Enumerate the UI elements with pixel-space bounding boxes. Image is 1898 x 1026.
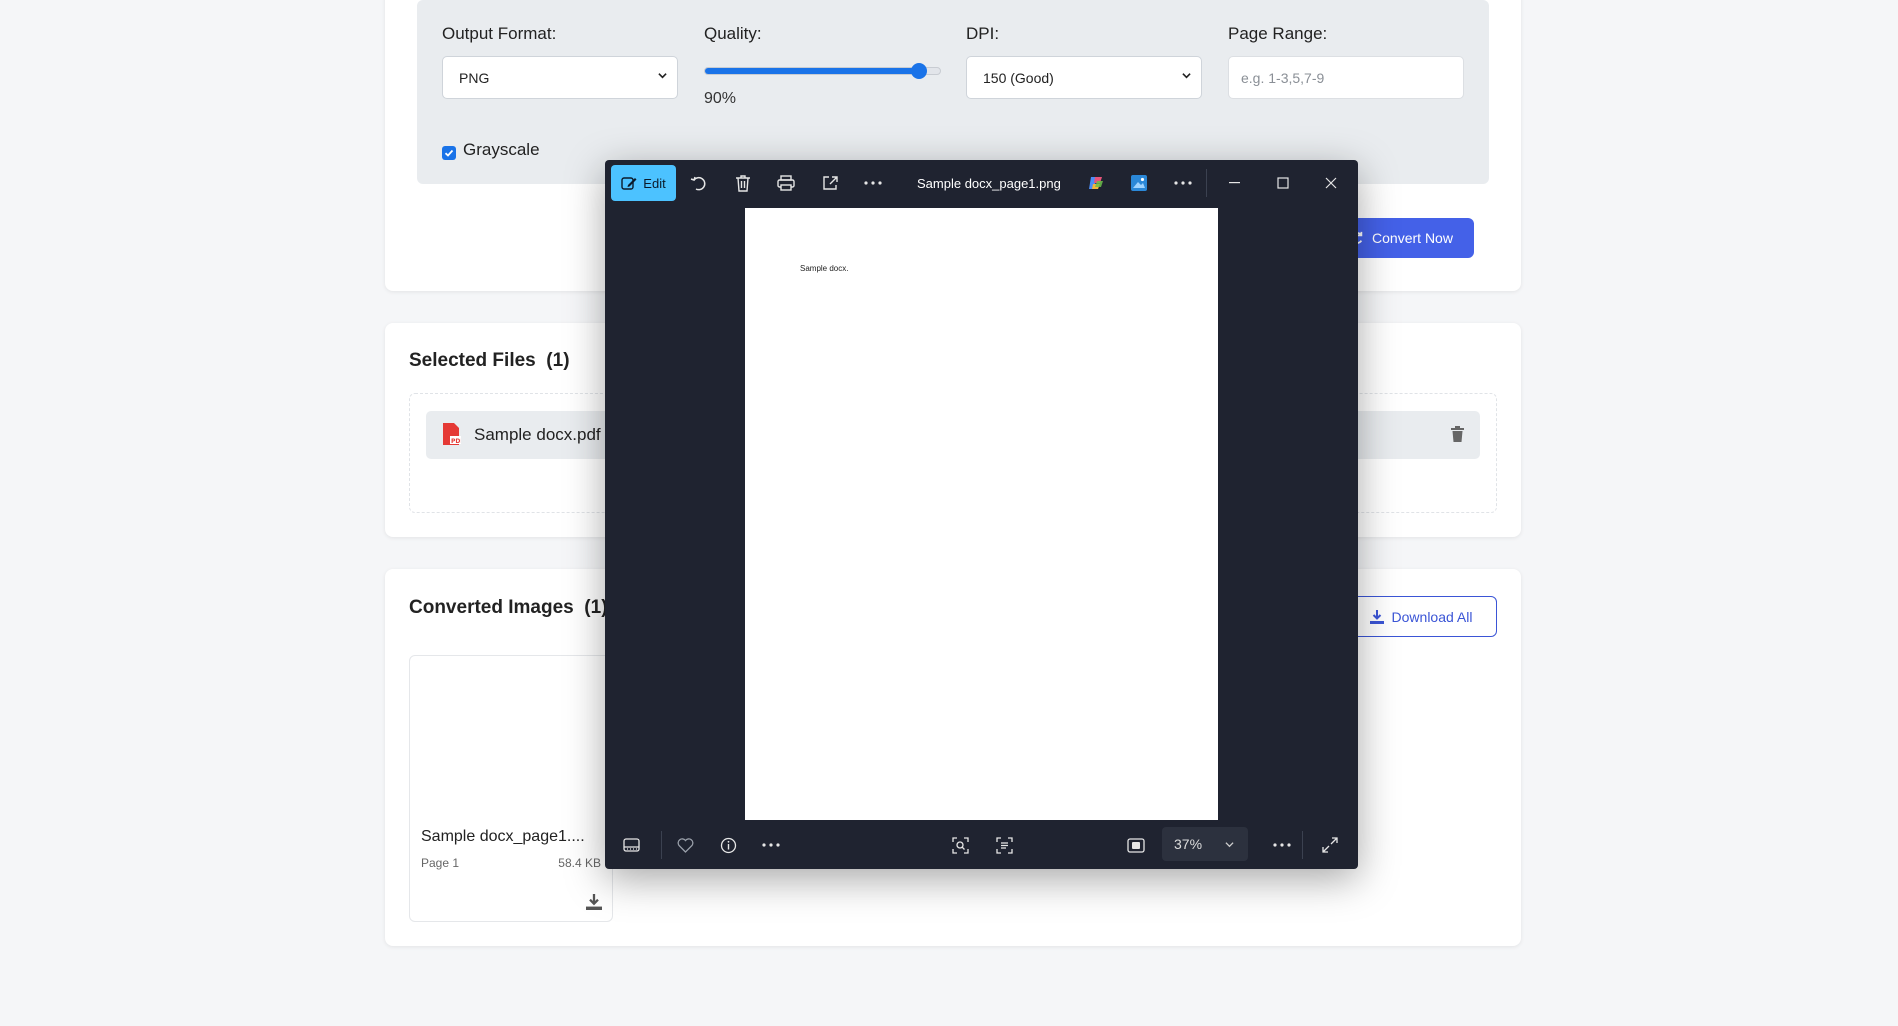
document-page-image: Sample docx. [745,208,1218,820]
chevron-down-icon [1225,842,1234,848]
selected-files-title: Selected Files (1) [409,350,570,371]
maximize-icon [1277,177,1289,189]
filmstrip-button[interactable] [616,830,646,860]
file-info-button[interactable] [713,830,743,860]
more-options-button-4[interactable] [1267,830,1297,860]
converted-images-title: Converted Images (1) [409,597,608,618]
dpi-select[interactable]: 150 (Good) [966,56,1202,99]
image-size: 58.4 KB [558,856,601,870]
heart-icon [677,837,693,853]
more-options-button[interactable] [858,168,888,198]
filmstrip-icon [622,838,640,852]
chevron-down-icon [658,73,667,79]
fit-to-window-button[interactable] [1121,830,1151,860]
close-icon [1325,177,1337,189]
photo-viewer-window: Edit Sample docx_page1.png Sample docx. [605,160,1358,869]
quality-slider[interactable] [704,67,941,75]
favorite-button[interactable] [670,830,700,860]
output-format-select[interactable]: PNG [442,56,678,99]
convert-now-label: Convert Now [1372,230,1453,246]
more-icon [762,843,780,847]
fit-icon [1127,837,1145,853]
photos-app-button[interactable] [1124,168,1154,198]
toolbar-divider [661,831,662,859]
copilot-button[interactable] [1081,168,1111,198]
photos-app-icon [1131,175,1147,191]
page-range-input[interactable]: e.g. 1-3,5,7-9 [1228,56,1464,99]
file-name: Sample docx.pdf [474,425,601,444]
quality-slider-fill [705,68,912,74]
selected-files-count: (1) [546,350,570,371]
trash-icon [736,174,750,192]
chevron-down-icon [1182,73,1191,79]
visual-search-icon [951,836,969,854]
more-icon [1174,181,1192,185]
image-page: Page 1 [421,856,460,870]
quality-slider-thumb[interactable] [911,63,927,79]
copilot-icon [1089,177,1103,189]
dpi-value: 150 (Good) [983,69,1054,86]
grayscale-label: Grayscale [463,140,540,159]
zoom-value: 37% [1174,836,1203,852]
share-icon [822,176,838,190]
delete-button[interactable] [728,168,758,198]
toolbar-divider [1302,831,1303,859]
minimize-button[interactable] [1212,168,1258,198]
text-scan-button[interactable] [989,830,1019,860]
print-icon [777,175,795,191]
share-button[interactable] [815,168,845,198]
close-button[interactable] [1308,168,1354,198]
print-button[interactable] [771,168,801,198]
edit-image-icon [621,177,637,190]
edit-label: Edit [643,175,666,191]
info-icon [720,837,736,853]
page-range-label: Page Range: [1228,24,1328,43]
trash-icon[interactable] [1451,426,1464,442]
more-options-button-3[interactable] [756,830,786,860]
download-icon [1369,609,1384,624]
fullscreen-button[interactable] [1315,830,1345,860]
page-range-placeholder: e.g. 1-3,5,7-9 [1241,69,1325,86]
maximize-button[interactable] [1260,168,1306,198]
image-thumbnail-card[interactable]: Sample docx_page1.... Page 1 58.4 KB [409,655,613,922]
rotate-icon [690,176,706,191]
toolbar-divider [1206,169,1207,197]
more-icon [1273,843,1291,847]
text-scan-icon [995,836,1013,854]
download-icon[interactable] [586,894,602,910]
document-page-text: Sample docx. [800,264,849,273]
more-icon [864,181,882,185]
output-format-value: PNG [459,69,490,86]
more-options-button-2[interactable] [1168,168,1198,198]
rotate-button[interactable] [684,168,714,198]
download-all-label: Download All [1391,608,1473,625]
svg-text:PDF: PDF [451,438,461,445]
quality-label: Quality: [704,24,762,43]
zoom-dropdown[interactable]: 37% [1162,827,1248,861]
output-format-label: Output Format: [442,24,557,43]
options-panel: Output Format: PNG Quality: 90% DPI: 150… [417,0,1489,184]
minimize-icon [1229,182,1240,184]
fullscreen-icon [1322,837,1338,853]
download-all-button[interactable]: Download All [1345,596,1497,637]
viewer-file-title: Sample docx_page1.png [917,175,1061,191]
checkmark-icon [444,149,454,157]
pdf-file-icon: PDF [443,423,461,445]
quality-value: 90% [704,90,737,107]
grayscale-checkbox[interactable] [442,146,456,160]
visual-search-button[interactable] [945,830,975,860]
edit-button[interactable]: Edit [611,165,676,201]
image-name: Sample docx_page1.... [421,828,585,845]
dpi-label: DPI: [966,24,1000,43]
